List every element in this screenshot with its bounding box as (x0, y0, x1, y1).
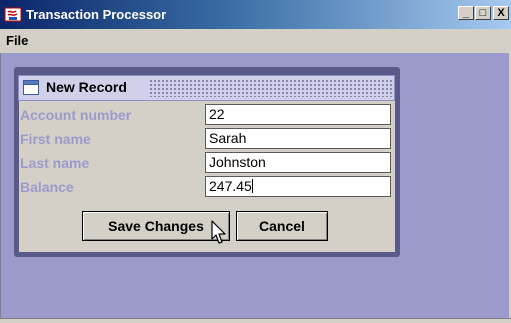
window-bottom-border (0, 318, 511, 323)
close-button[interactable]: X (493, 6, 509, 20)
close-icon: X (497, 7, 505, 19)
first-name-label: First name (20, 131, 91, 147)
title-bar[interactable]: Transaction Processor _ □ X (0, 0, 511, 29)
text-caret (251, 179, 253, 193)
menu-bar: File (0, 29, 511, 53)
save-changes-button[interactable]: Save Changes (82, 211, 230, 241)
application-window: Transaction Processor _ □ X File New Rec… (0, 0, 511, 323)
internal-frame-title-bar[interactable]: New Record (18, 75, 395, 101)
window-icon (23, 80, 39, 95)
last-name-label: Last name (20, 155, 90, 171)
minimize-icon: _ (462, 7, 470, 19)
mouse-pointer-icon (211, 220, 226, 244)
balance-value: 247.45 (209, 178, 252, 194)
balance-label: Balance (20, 179, 74, 195)
balance-field[interactable]: 247.45 (205, 176, 391, 197)
maximize-button[interactable]: □ (475, 6, 491, 20)
internal-frame-title: New Record (46, 79, 127, 95)
window-title: Transaction Processor (26, 7, 167, 22)
minimize-button[interactable]: _ (458, 6, 474, 20)
account-number-label: Account number (20, 107, 132, 123)
maximize-icon: □ (479, 7, 487, 19)
title-bar-texture (149, 79, 392, 97)
menu-file[interactable]: File (6, 33, 28, 48)
java-app-icon (4, 7, 22, 22)
first-name-field[interactable]: Sarah (205, 128, 391, 149)
account-number-field[interactable]: 22 (205, 104, 391, 125)
cancel-button[interactable]: Cancel (236, 211, 328, 241)
last-name-field[interactable]: Johnston (205, 152, 391, 173)
